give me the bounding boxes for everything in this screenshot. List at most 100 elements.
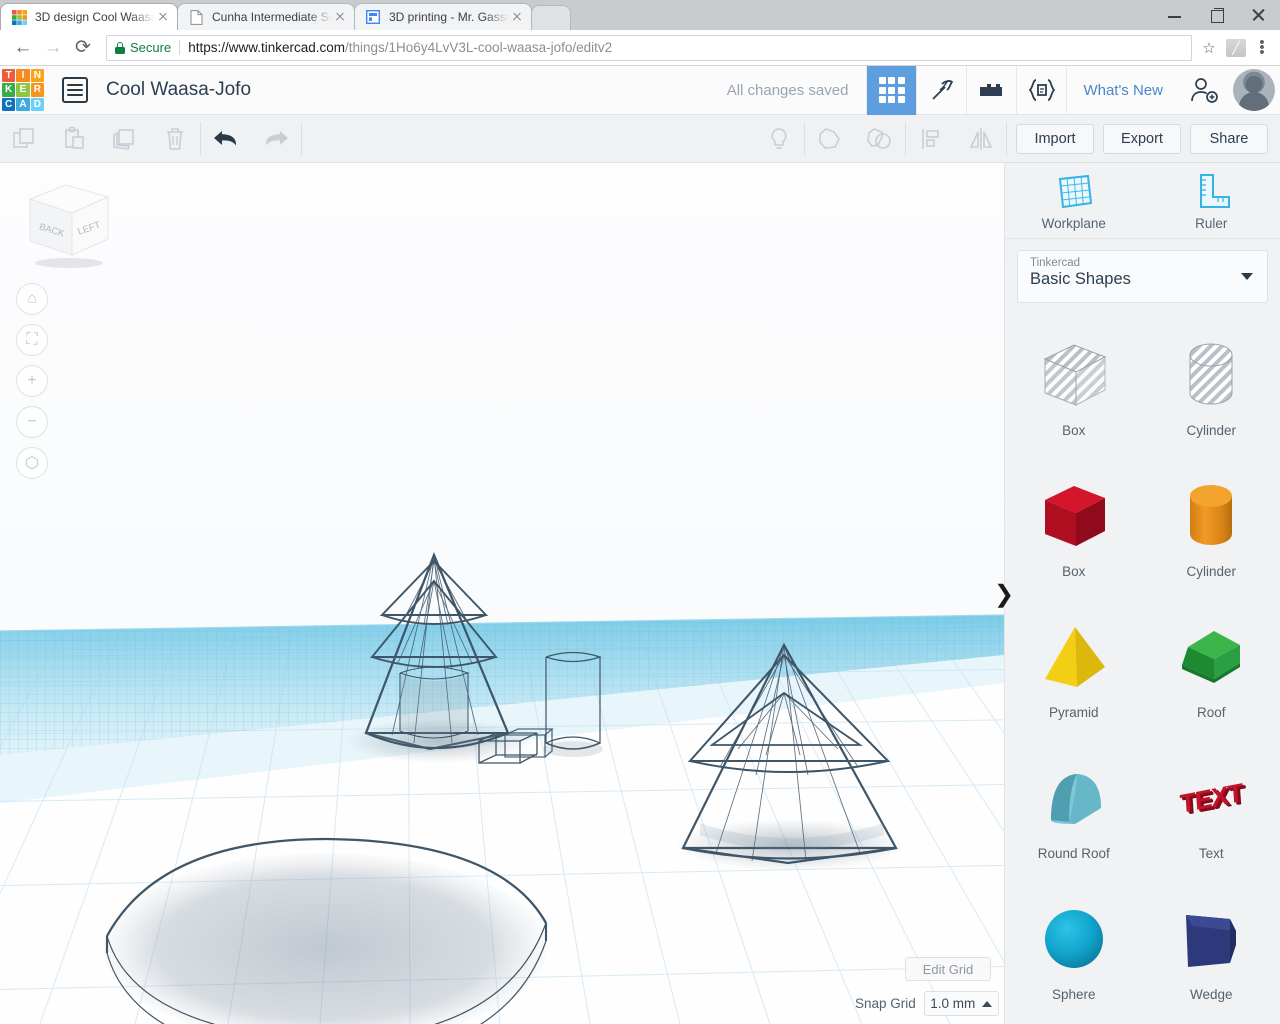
3d-viewport[interactable]: BACK LEFT ⌂ ⛶ + − ⬡ bbox=[0, 163, 1004, 1024]
align-icon[interactable] bbox=[906, 115, 956, 162]
shape-label: Roof bbox=[1196, 704, 1226, 720]
mirror-icon[interactable] bbox=[956, 115, 1006, 162]
tab-close-icon[interactable] bbox=[332, 9, 348, 25]
browser-tab-title: Cunha Intermediate Sch bbox=[212, 10, 332, 24]
logo-tile-c: C bbox=[2, 97, 16, 111]
caret-up-icon bbox=[982, 1000, 993, 1007]
extension-icon[interactable]: ╱ bbox=[1226, 38, 1246, 57]
url-origin: https://www.tinkercad.com bbox=[188, 40, 346, 55]
library-collection-value: Basic Shapes bbox=[1030, 270, 1131, 288]
shape-label: Box bbox=[1062, 422, 1086, 438]
shape-item-round-roof[interactable]: Round Roof bbox=[1005, 740, 1143, 878]
security-label: Secure bbox=[130, 40, 172, 55]
star-icon[interactable]: ☆ bbox=[1198, 39, 1220, 57]
shape-item-text[interactable]: TEXT Text bbox=[1143, 740, 1280, 878]
add-person-icon[interactable] bbox=[1179, 66, 1229, 115]
browser-tab-2[interactable]: 3D printing - Mr. Gasser bbox=[354, 3, 532, 30]
back-button[interactable]: ← bbox=[8, 33, 38, 63]
box-icon bbox=[1031, 476, 1117, 558]
grid-apps-icon[interactable] bbox=[866, 65, 917, 115]
logo-tile-n: N bbox=[30, 69, 44, 83]
wedge-icon bbox=[1168, 899, 1254, 981]
shape-label: Box bbox=[1062, 563, 1086, 579]
workplane-tool-label: Workplane bbox=[1041, 215, 1106, 231]
tinkercad-header: T I N K E R C A D Cool Waasa-Jofo All ch… bbox=[0, 65, 1280, 115]
forward-button[interactable]: → bbox=[38, 33, 68, 63]
cylinder-icon bbox=[1168, 476, 1254, 558]
snap-grid-control: Snap Grid 1.0 mm bbox=[855, 991, 999, 1016]
toolbar-actions: Import Export Share bbox=[1007, 115, 1280, 162]
library-owner-label: Tinkercad bbox=[1030, 257, 1081, 269]
lego-brick-icon[interactable] bbox=[966, 65, 1016, 115]
paste-icon[interactable] bbox=[50, 115, 100, 162]
tab-close-icon[interactable] bbox=[155, 9, 171, 25]
panel-tools: Workplane Ruler bbox=[1005, 163, 1280, 239]
browser-tab-0[interactable]: 3D design Cool Waasa-J bbox=[0, 3, 178, 30]
import-button[interactable]: Import bbox=[1016, 123, 1094, 154]
fit-view-button[interactable]: ⛶ bbox=[16, 324, 48, 356]
tab-close-icon[interactable] bbox=[509, 9, 525, 25]
tinkercad-logo[interactable]: T I N K E R C A D bbox=[0, 67, 46, 113]
delete-icon[interactable] bbox=[150, 115, 200, 162]
shape-item-pyramid[interactable]: Pyramid bbox=[1005, 599, 1143, 737]
three-dots-icon[interactable]: • • • bbox=[1252, 35, 1272, 60]
zoom-out-button[interactable]: − bbox=[16, 406, 48, 438]
browser-tab-1[interactable]: Cunha Intermediate Sch bbox=[177, 3, 355, 30]
view-cube-group[interactable]: BACK LEFT ⌂ ⛶ + − ⬡ bbox=[12, 177, 122, 479]
share-button[interactable]: Share bbox=[1190, 123, 1268, 154]
shape-label: Sphere bbox=[1051, 986, 1096, 1002]
ruler-icon bbox=[1200, 173, 1231, 208]
shape-grid: Box Cylinder Box Cylinder Pyramid Roof R… bbox=[1005, 317, 1280, 1022]
snap-grid-select[interactable]: 1.0 mm bbox=[923, 991, 999, 1016]
lightbulb-icon[interactable] bbox=[754, 115, 804, 162]
shape-item-box-hole[interactable]: Box bbox=[1005, 317, 1143, 455]
pyramid-icon bbox=[1031, 617, 1117, 699]
lock-icon bbox=[115, 41, 125, 54]
duplicate-icon[interactable] bbox=[100, 115, 150, 162]
shape-item-wedge[interactable]: Wedge bbox=[1143, 881, 1280, 1019]
user-avatar[interactable] bbox=[1233, 69, 1275, 111]
logo-tile-e: E bbox=[16, 83, 30, 97]
reload-button[interactable]: ⟳ bbox=[68, 33, 98, 63]
ungroup-icon[interactable] bbox=[855, 115, 905, 162]
shape-item-roof[interactable]: Roof bbox=[1143, 599, 1280, 737]
close-icon[interactable] bbox=[1238, 0, 1280, 30]
browser-tab-title: 3D printing - Mr. Gasser bbox=[389, 10, 509, 24]
workplane-tool[interactable]: Workplane bbox=[1005, 163, 1143, 238]
new-tab-button[interactable] bbox=[531, 5, 571, 30]
shape-item-box[interactable]: Box bbox=[1005, 458, 1143, 596]
shape-item-sphere[interactable]: Sphere bbox=[1005, 881, 1143, 1019]
redo-icon[interactable] bbox=[251, 115, 301, 162]
copy-icon[interactable] bbox=[0, 115, 50, 162]
restore-icon[interactable] bbox=[1196, 0, 1238, 30]
logo-tile-r: R bbox=[30, 83, 44, 97]
cylinder-hole-icon bbox=[1168, 335, 1254, 417]
shape-item-cylinder-hole[interactable]: Cylinder bbox=[1143, 317, 1280, 455]
omnibox-divider bbox=[179, 40, 181, 55]
ortho-perspective-toggle[interactable]: ⬡ bbox=[16, 447, 48, 479]
undo-icon[interactable] bbox=[201, 115, 251, 162]
text-shape-icon: TEXT bbox=[1168, 758, 1254, 840]
logo-tile-k: K bbox=[2, 83, 16, 97]
codeblocks-icon[interactable] bbox=[1016, 65, 1066, 115]
edit-grid-button[interactable]: Edit Grid bbox=[905, 957, 991, 981]
whats-new-link[interactable]: What's New bbox=[1066, 65, 1179, 115]
tinkercad-icon bbox=[11, 9, 27, 25]
view-cube[interactable]: BACK LEFT bbox=[12, 177, 120, 269]
panel-collapse-handle[interactable]: ❯ bbox=[992, 575, 1016, 613]
shape-item-cylinder[interactable]: Cylinder bbox=[1143, 458, 1280, 596]
group-icon[interactable] bbox=[805, 115, 855, 162]
shape-library-select[interactable]: Tinkercad Basic Shapes bbox=[1017, 250, 1268, 303]
3d-scene[interactable] bbox=[0, 163, 1004, 1024]
header-right-group: All changes saved What's New bbox=[709, 65, 1280, 115]
home-view-button[interactable]: ⌂ bbox=[16, 283, 48, 315]
snap-grid-value: 1.0 mm bbox=[930, 996, 976, 1011]
pickaxe-icon[interactable] bbox=[916, 65, 966, 115]
export-button[interactable]: Export bbox=[1103, 123, 1181, 154]
zoom-in-button[interactable]: + bbox=[16, 365, 48, 397]
tinkercad-app-window: 3D design Cool Waasa-J Cunha Intermediat… bbox=[0, 0, 1280, 1024]
ruler-tool[interactable]: Ruler bbox=[1143, 163, 1280, 238]
list-menu-icon[interactable] bbox=[62, 77, 88, 103]
minimize-icon[interactable] bbox=[1154, 0, 1196, 30]
address-bar[interactable]: Secure https://www.tinkercad.com /things… bbox=[106, 34, 1192, 61]
